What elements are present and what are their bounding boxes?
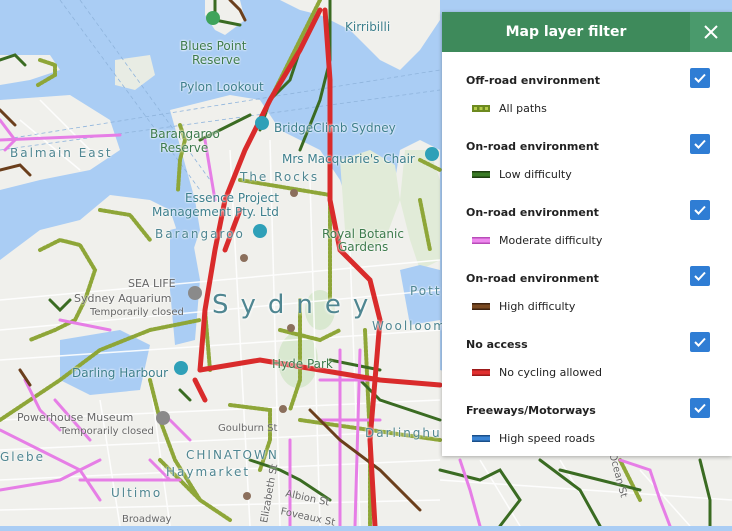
legend-item: High difficulty [472,300,575,313]
filter-section-off-road: Off-road environment All paths [442,66,732,132]
label-royal-botanic[interactable]: Royal Botanic [322,227,404,241]
label-kirribilli: Kirribilli [345,20,391,34]
label-bridgeclimb[interactable]: BridgeClimb Sydney [274,121,396,135]
section-title: On-road environment [466,140,599,153]
label-sydney: Sydney [212,290,381,320]
legend-label: Low difficulty [499,168,572,181]
label-blues-point: Blues Point [180,39,247,53]
label-barangaroo-reserve-2: Reserve [160,141,209,155]
checkbox-all-paths[interactable] [690,68,710,88]
label-haymarket: Haymarket [166,465,251,479]
section-title: Freeways/Motorways [466,404,596,417]
legend-swatch-dark-green [472,171,490,178]
legend-swatch-blue [472,435,490,442]
legend-swatch-brown [472,303,490,310]
legend-label: High difficulty [499,300,576,313]
label-hyde-park[interactable]: Hyde Park [272,357,333,371]
section-title: No access [466,338,528,351]
close-icon [704,25,718,39]
legend-item: All paths [472,102,547,115]
filter-section-moderate-difficulty: On-road environment Moderate difficulty [442,198,732,264]
label-mrs-macquaries-chair[interactable]: Mrs Macquarie's Chair [282,152,415,166]
label-blues-point-reserve: Reserve [192,53,241,67]
checkbox-low-difficulty[interactable] [690,134,710,154]
checkmark-icon [694,139,706,149]
checkbox-high-speed-roads[interactable] [690,398,710,418]
legend-label: Moderate difficulty [499,234,603,247]
label-sydney-aquarium[interactable]: Sydney Aquarium [74,292,172,305]
label-potts-point: Pott [410,284,442,298]
label-darling-harbour[interactable]: Darling Harbour [72,366,168,380]
checkbox-high-difficulty[interactable] [690,266,710,286]
checkmark-icon [694,271,706,281]
label-chinatown: CHINATOWN [186,448,279,462]
checkmark-icon [694,337,706,347]
label-royal-botanic-gardens[interactable]: Gardens [338,240,388,254]
label-aquarium-closed: Temporarily closed [90,307,184,318]
panel-title: Map layer filter [505,24,627,40]
label-the-rocks: The Rocks [240,170,320,184]
legend-item: No cycling allowed [472,366,602,379]
filter-section-freeways: Freeways/Motorways High speed roads [442,396,732,462]
checkbox-moderate-difficulty[interactable] [690,200,710,220]
label-essence-management[interactable]: Management Pty. Ltd [152,205,279,219]
label-barangaroo: Barangaroo [155,227,245,241]
section-title: On-road environment [466,206,599,219]
checkbox-no-cycling[interactable] [690,332,710,352]
legend-swatch-pink [472,237,490,244]
label-broadway: Broadway [122,514,172,525]
legend-item: High speed roads [472,432,595,445]
checkmark-icon [694,403,706,413]
legend-label: All paths [499,102,547,115]
checkmark-icon [694,205,706,215]
legend-label: No cycling allowed [499,366,602,379]
map-layer-filter-panel: Map layer filter Off-road environment Al… [442,12,732,456]
checkmark-icon [694,73,706,83]
filter-section-no-access: No access No cycling allowed [442,330,732,396]
legend-swatch-dotted-olive [472,105,490,112]
label-barangaroo-reserve: Barangaroo [150,127,220,141]
label-essence-project[interactable]: Essence Project [185,191,279,205]
label-sea-life[interactable]: SEA LIFE [128,277,176,290]
filter-section-high-difficulty: On-road environment High difficulty [442,264,732,330]
label-balmain-east: Balmain East [10,146,113,160]
label-ultimo: Ultimo [111,486,163,500]
label-powerhouse-museum[interactable]: Powerhouse Museum [17,411,133,424]
section-title: On-road environment [466,272,599,285]
legend-item: Moderate difficulty [472,234,602,247]
label-pylon-lookout[interactable]: Pylon Lookout [180,80,264,94]
legend-item: Low difficulty [472,168,572,181]
filter-section-low-difficulty: On-road environment Low difficulty [442,132,732,198]
label-woolloomooloo: Woolloom [372,319,447,333]
panel-header: Map layer filter [442,12,732,52]
legend-label: High speed roads [499,432,595,445]
label-goulburn-st: Goulburn St [218,423,278,434]
close-button[interactable] [690,12,732,52]
legend-swatch-red [472,369,490,376]
label-powerhouse-closed: Temporarily closed [60,426,154,437]
section-title: Off-road environment [466,74,600,87]
label-glebe: Glebe [0,450,46,464]
